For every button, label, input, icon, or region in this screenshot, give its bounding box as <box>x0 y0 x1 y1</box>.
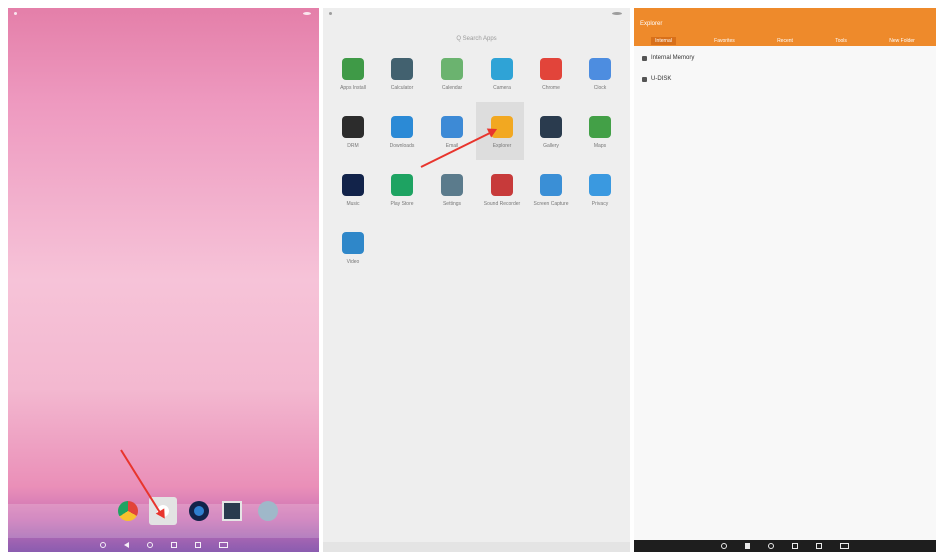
app-settings[interactable]: Settings <box>430 174 474 207</box>
screenshot-icon[interactable] <box>194 542 201 548</box>
calendar-icon <box>441 58 463 80</box>
navigation-bar <box>323 542 630 552</box>
app-label: Apps Install <box>340 85 366 91</box>
volume-icon[interactable] <box>99 542 106 548</box>
volume-icon[interactable] <box>721 543 727 549</box>
list-item-u-disk[interactable]: U-DISK <box>642 76 671 82</box>
app-drm[interactable]: DRM <box>331 116 375 149</box>
keyboard-icon[interactable] <box>840 543 849 549</box>
home-icon[interactable] <box>146 542 153 548</box>
navigation-bar <box>8 538 319 552</box>
chrome-icon <box>540 58 562 80</box>
app-calculator[interactable]: Calculator <box>380 58 424 91</box>
app-label: Music <box>346 201 360 207</box>
app-label: Maps <box>593 143 607 149</box>
app-label: DRM <box>347 143 359 149</box>
tab-internal[interactable]: Internal <box>651 37 676 45</box>
app-label: Downloads <box>389 143 415 149</box>
explorer-panel: Explorer Internal Favorites Recent Tools… <box>634 8 936 552</box>
status-bar <box>8 8 319 20</box>
app-downloads[interactable]: Downloads <box>380 116 424 149</box>
app-label: Screen Capture <box>533 201 569 207</box>
video-icon <box>342 232 364 254</box>
notification-icon <box>329 12 332 15</box>
home-screen-panel <box>8 8 319 552</box>
app-label: Chrome <box>542 85 560 91</box>
explorer-tabs: Internal Favorites Recent Tools New Fold… <box>634 36 936 46</box>
explorer-app-bar: Explorer Internal Favorites Recent Tools… <box>634 8 936 46</box>
recents-icon[interactable] <box>170 542 177 548</box>
search-apps-input[interactable]: Q Search Apps <box>341 30 612 48</box>
app-title: Explorer <box>640 21 663 27</box>
list-item-label: U-DISK <box>651 76 672 82</box>
app-apps-install[interactable]: Apps Install <box>331 58 375 91</box>
gallery-icon[interactable] <box>222 501 242 521</box>
chrome-icon[interactable] <box>118 501 138 521</box>
app-sound-recorder[interactable]: Sound Recorder <box>480 174 524 207</box>
app-label: Calendar <box>441 85 463 91</box>
home-icon[interactable] <box>768 543 774 549</box>
screenshot-icon[interactable] <box>816 543 822 549</box>
back-icon[interactable] <box>123 542 129 548</box>
app-music[interactable]: Music <box>331 174 375 207</box>
maps-icon <box>589 116 611 138</box>
play-store-icon <box>391 174 413 196</box>
gallery-icon <box>540 116 562 138</box>
sound-recorder-icon <box>491 174 513 196</box>
tab-favorites[interactable]: Favorites <box>710 37 739 45</box>
apps-install-icon <box>342 58 364 80</box>
settings-icon <box>441 174 463 196</box>
app-label: Clock <box>593 85 607 91</box>
notification-icon <box>14 12 17 15</box>
music-icon <box>342 174 364 196</box>
navigation-bar <box>634 540 936 552</box>
list-item-internal-memory[interactable]: Internal Memory <box>642 55 694 61</box>
app-label: Gallery <box>543 143 559 149</box>
app-label: Privacy <box>591 201 609 207</box>
email-icon <box>441 116 463 138</box>
battery-icon <box>303 12 311 15</box>
settings-icon[interactable] <box>258 501 278 521</box>
app-label: Explorer <box>492 143 512 149</box>
app-screen-capture[interactable]: Screen Capture <box>529 174 573 207</box>
app-label: Camera <box>493 85 511 91</box>
status-bar <box>323 8 630 20</box>
app-video[interactable]: Video <box>331 232 375 265</box>
app-label: Play Store <box>390 201 414 207</box>
tab-tools[interactable]: Tools <box>831 37 851 45</box>
app-drawer-panel: Q Search Apps Apps Install Calculator Cale… <box>323 8 630 552</box>
recents-icon[interactable] <box>792 543 798 549</box>
usb-icon <box>642 76 647 82</box>
app-calendar[interactable]: Calendar <box>430 58 474 91</box>
tab-new-folder[interactable]: New Folder <box>885 37 919 45</box>
app-camera[interactable]: Camera <box>480 58 524 91</box>
storage-icon <box>642 55 647 61</box>
screen-capture-icon <box>540 174 562 196</box>
calculator-icon <box>391 58 413 80</box>
battery-icon <box>612 12 622 15</box>
app-gallery[interactable]: Gallery <box>529 116 573 149</box>
downloads-icon <box>391 116 413 138</box>
app-label: Video <box>346 259 360 265</box>
app-chrome[interactable]: Chrome <box>529 58 573 91</box>
music-icon-glyph <box>194 506 204 516</box>
list-item-label: Internal Memory <box>651 55 695 61</box>
app-privacy[interactable]: Privacy <box>578 174 622 207</box>
music-icon[interactable] <box>189 501 209 521</box>
keyboard-icon[interactable] <box>218 542 228 548</box>
back-icon[interactable] <box>745 543 750 549</box>
app-play-store[interactable]: Play Store <box>380 174 424 207</box>
camera-icon <box>491 58 513 80</box>
drm-icon <box>342 116 364 138</box>
app-clock[interactable]: Clock <box>578 58 622 91</box>
clock-icon <box>589 58 611 80</box>
app-label: Settings <box>442 201 462 207</box>
app-label: Sound Recorder <box>483 201 521 207</box>
privacy-icon <box>589 174 611 196</box>
tab-recent[interactable]: Recent <box>773 37 797 45</box>
app-label: Calculator <box>390 85 414 91</box>
app-maps[interactable]: Maps <box>578 116 622 149</box>
